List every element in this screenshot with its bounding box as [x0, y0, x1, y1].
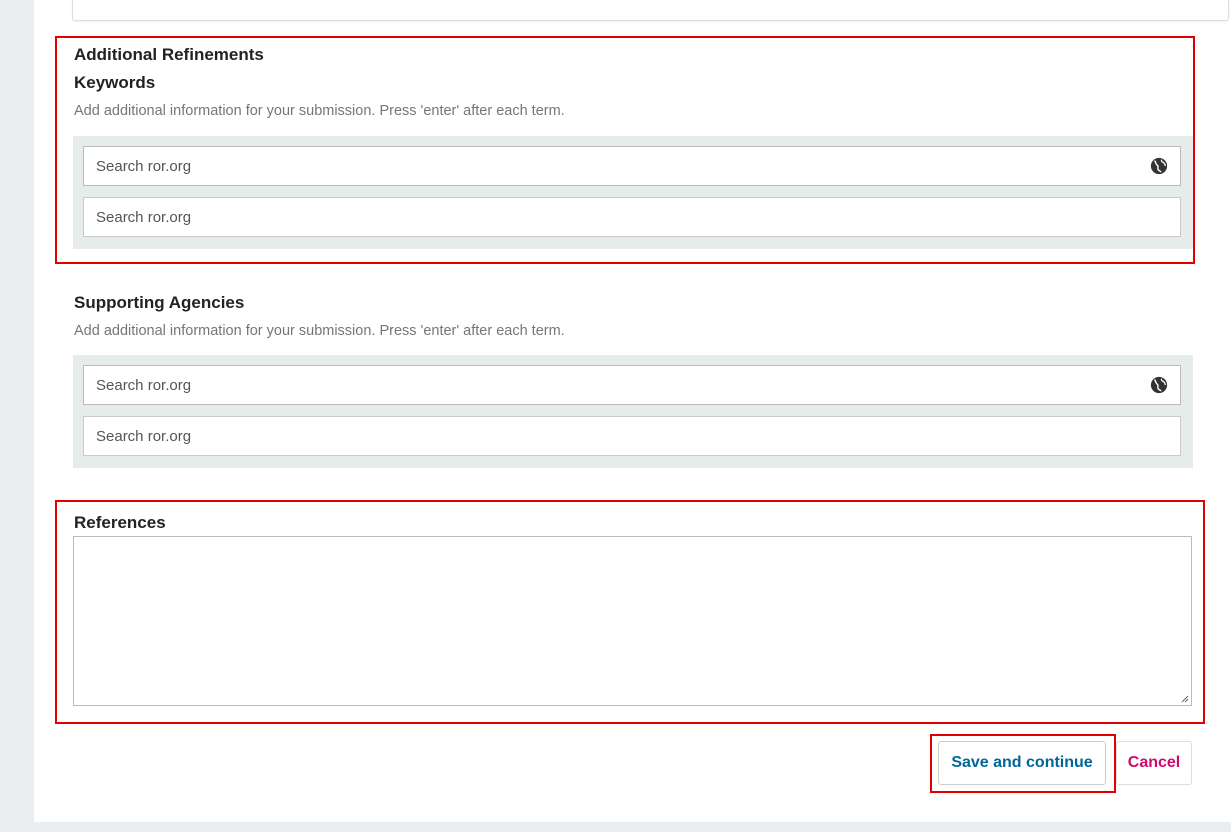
section-title: Additional Refinements: [74, 45, 264, 64]
agencies-search-input[interactable]: Search ror.org: [83, 365, 1181, 405]
agencies-search-placeholder: Search ror.org: [96, 376, 192, 394]
supporting-agencies-description: Add additional information for your subm…: [74, 323, 565, 339]
keywords-tag-box: Search ror.org Search ror.org: [73, 136, 1193, 249]
keywords-search-placeholder: Search ror.org: [96, 157, 192, 175]
references-textarea[interactable]: [73, 536, 1192, 706]
keywords-description: Add additional information for your subm…: [74, 103, 565, 119]
references-label: References: [74, 513, 166, 532]
save-and-continue-button[interactable]: Save and continue: [938, 741, 1106, 785]
keywords-secondary-input[interactable]: Search ror.org: [83, 197, 1181, 237]
resize-handle-icon[interactable]: [1179, 693, 1189, 703]
supporting-agencies-label: Supporting Agencies: [74, 293, 245, 312]
cancel-button[interactable]: Cancel: [1116, 741, 1192, 785]
form-panel: Additional Refinements Keywords Add addi…: [34, 0, 1231, 822]
agencies-secondary-placeholder: Search ror.org: [96, 427, 192, 445]
globe-icon[interactable]: [1150, 157, 1168, 175]
agencies-secondary-input[interactable]: Search ror.org: [83, 416, 1181, 456]
globe-icon[interactable]: [1150, 376, 1168, 394]
agencies-tag-box: Search ror.org Search ror.org: [73, 355, 1193, 468]
keywords-label: Keywords: [74, 73, 156, 92]
keywords-secondary-placeholder: Search ror.org: [96, 208, 192, 226]
previous-field-edge: [72, 0, 1229, 21]
keywords-search-input[interactable]: Search ror.org: [83, 146, 1181, 186]
